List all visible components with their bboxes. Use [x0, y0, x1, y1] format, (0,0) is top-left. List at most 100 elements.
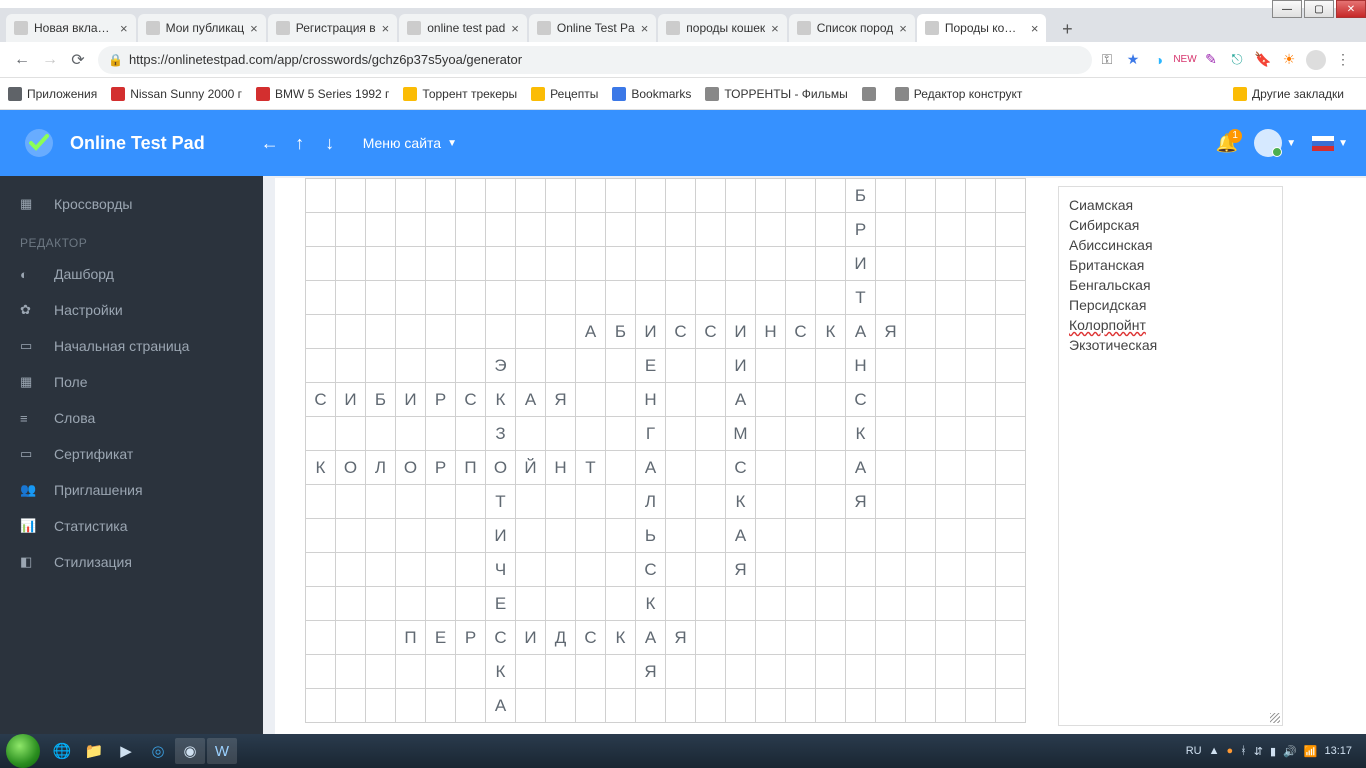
grid-cell[interactable]	[336, 247, 366, 281]
grid-cell[interactable]: И	[336, 383, 366, 417]
grid-cell[interactable]	[696, 349, 726, 383]
grid-cell[interactable]	[846, 621, 876, 655]
grid-cell[interactable]	[606, 451, 636, 485]
grid-cell[interactable]	[996, 621, 1026, 655]
minimize-button[interactable]: —	[1272, 0, 1302, 18]
grid-cell[interactable]: С	[636, 553, 666, 587]
grid-cell[interactable]: Н	[546, 451, 576, 485]
taskbar-chrome-icon[interactable]: ◉	[175, 738, 205, 764]
grid-cell[interactable]	[816, 281, 846, 315]
grid-cell[interactable]	[876, 451, 906, 485]
grid-cell[interactable]	[966, 349, 996, 383]
grid-cell[interactable]	[846, 553, 876, 587]
grid-cell[interactable]	[996, 349, 1026, 383]
browser-tab[interactable]: Список пород×	[789, 14, 915, 42]
grid-cell[interactable]	[906, 587, 936, 621]
grid-cell[interactable]: Г	[636, 417, 666, 451]
grid-cell[interactable]	[336, 213, 366, 247]
grid-cell[interactable]	[696, 281, 726, 315]
grid-cell[interactable]	[876, 349, 906, 383]
grid-cell[interactable]	[546, 417, 576, 451]
grid-cell[interactable]	[396, 655, 426, 689]
grid-cell[interactable]	[666, 553, 696, 587]
grid-cell[interactable]	[696, 655, 726, 689]
grid-cell[interactable]	[936, 485, 966, 519]
grid-cell[interactable]	[306, 485, 336, 519]
grid-cell[interactable]	[786, 451, 816, 485]
grid-cell[interactable]	[786, 553, 816, 587]
grid-cell[interactable]	[366, 689, 396, 723]
pen-icon[interactable]: ✎	[1202, 51, 1220, 69]
grid-cell[interactable]: С	[696, 315, 726, 349]
grid-cell[interactable]	[756, 179, 786, 213]
weather-icon[interactable]: ☀	[1280, 51, 1298, 69]
grid-cell[interactable]	[456, 689, 486, 723]
grid-cell[interactable]	[876, 655, 906, 689]
grid-cell[interactable]	[726, 213, 756, 247]
nav-down-icon[interactable]: ↓	[315, 128, 345, 158]
grid-cell[interactable]: Б	[846, 179, 876, 213]
grid-cell[interactable]	[666, 349, 696, 383]
grid-cell[interactable]: Я	[726, 553, 756, 587]
grid-cell[interactable]	[756, 349, 786, 383]
grid-cell[interactable]	[366, 315, 396, 349]
grid-cell[interactable]	[936, 621, 966, 655]
sidebar-item[interactable]: ▦Поле	[0, 364, 263, 400]
grid-cell[interactable]	[786, 417, 816, 451]
tab-close-icon[interactable]: ×	[641, 21, 649, 36]
grid-cell[interactable]	[366, 417, 396, 451]
grid-cell[interactable]	[876, 247, 906, 281]
grid-cell[interactable]: Р	[846, 213, 876, 247]
grid-cell[interactable]	[426, 417, 456, 451]
grid-cell[interactable]	[516, 281, 546, 315]
grid-cell[interactable]	[606, 553, 636, 587]
grid-cell[interactable]: И	[846, 247, 876, 281]
grid-cell[interactable]	[936, 519, 966, 553]
grid-cell[interactable]	[336, 349, 366, 383]
grid-cell[interactable]: Е	[636, 349, 666, 383]
grid-cell[interactable]	[576, 485, 606, 519]
grid-cell[interactable]	[546, 349, 576, 383]
grid-cell[interactable]	[816, 383, 846, 417]
grid-cell[interactable]	[996, 655, 1026, 689]
grid-cell[interactable]: Н	[756, 315, 786, 349]
grid-cell[interactable]: С	[786, 315, 816, 349]
grid-cell[interactable]: М	[726, 417, 756, 451]
grid-cell[interactable]	[456, 315, 486, 349]
grid-cell[interactable]	[396, 417, 426, 451]
grid-cell[interactable]	[876, 689, 906, 723]
grid-cell[interactable]	[336, 315, 366, 349]
grid-cell[interactable]	[756, 213, 786, 247]
grid-cell[interactable]	[966, 655, 996, 689]
bookmark-item[interactable]: Редактор конструкт	[895, 87, 1023, 101]
grid-cell[interactable]	[306, 587, 336, 621]
browser-tab[interactable]: Мои публикац×	[138, 14, 266, 42]
grid-cell[interactable]	[366, 553, 396, 587]
grid-cell[interactable]	[756, 553, 786, 587]
grid-cell[interactable]	[306, 655, 336, 689]
grid-cell[interactable]: Ч	[486, 553, 516, 587]
grid-cell[interactable]: С	[576, 621, 606, 655]
grid-cell[interactable]	[636, 689, 666, 723]
grid-cell[interactable]	[636, 281, 666, 315]
grid-cell[interactable]	[816, 213, 846, 247]
grid-cell[interactable]: А	[516, 383, 546, 417]
grid-cell[interactable]: К	[306, 451, 336, 485]
grid-cell[interactable]: С	[456, 383, 486, 417]
grid-cell[interactable]	[426, 587, 456, 621]
grid-cell[interactable]	[936, 553, 966, 587]
tab-close-icon[interactable]: ×	[382, 21, 390, 36]
grid-cell[interactable]	[906, 655, 936, 689]
grid-cell[interactable]	[456, 349, 486, 383]
grid-cell[interactable]: С	[726, 451, 756, 485]
grid-cell[interactable]	[576, 179, 606, 213]
grid-cell[interactable]	[996, 689, 1026, 723]
grid-cell[interactable]	[366, 213, 396, 247]
grid-cell[interactable]	[486, 247, 516, 281]
grid-cell[interactable]	[696, 519, 726, 553]
grid-cell[interactable]	[456, 553, 486, 587]
grid-cell[interactable]	[936, 213, 966, 247]
sidebar-item[interactable]: 📊Статистика	[0, 508, 263, 544]
grid-cell[interactable]	[456, 655, 486, 689]
grid-cell[interactable]	[426, 349, 456, 383]
